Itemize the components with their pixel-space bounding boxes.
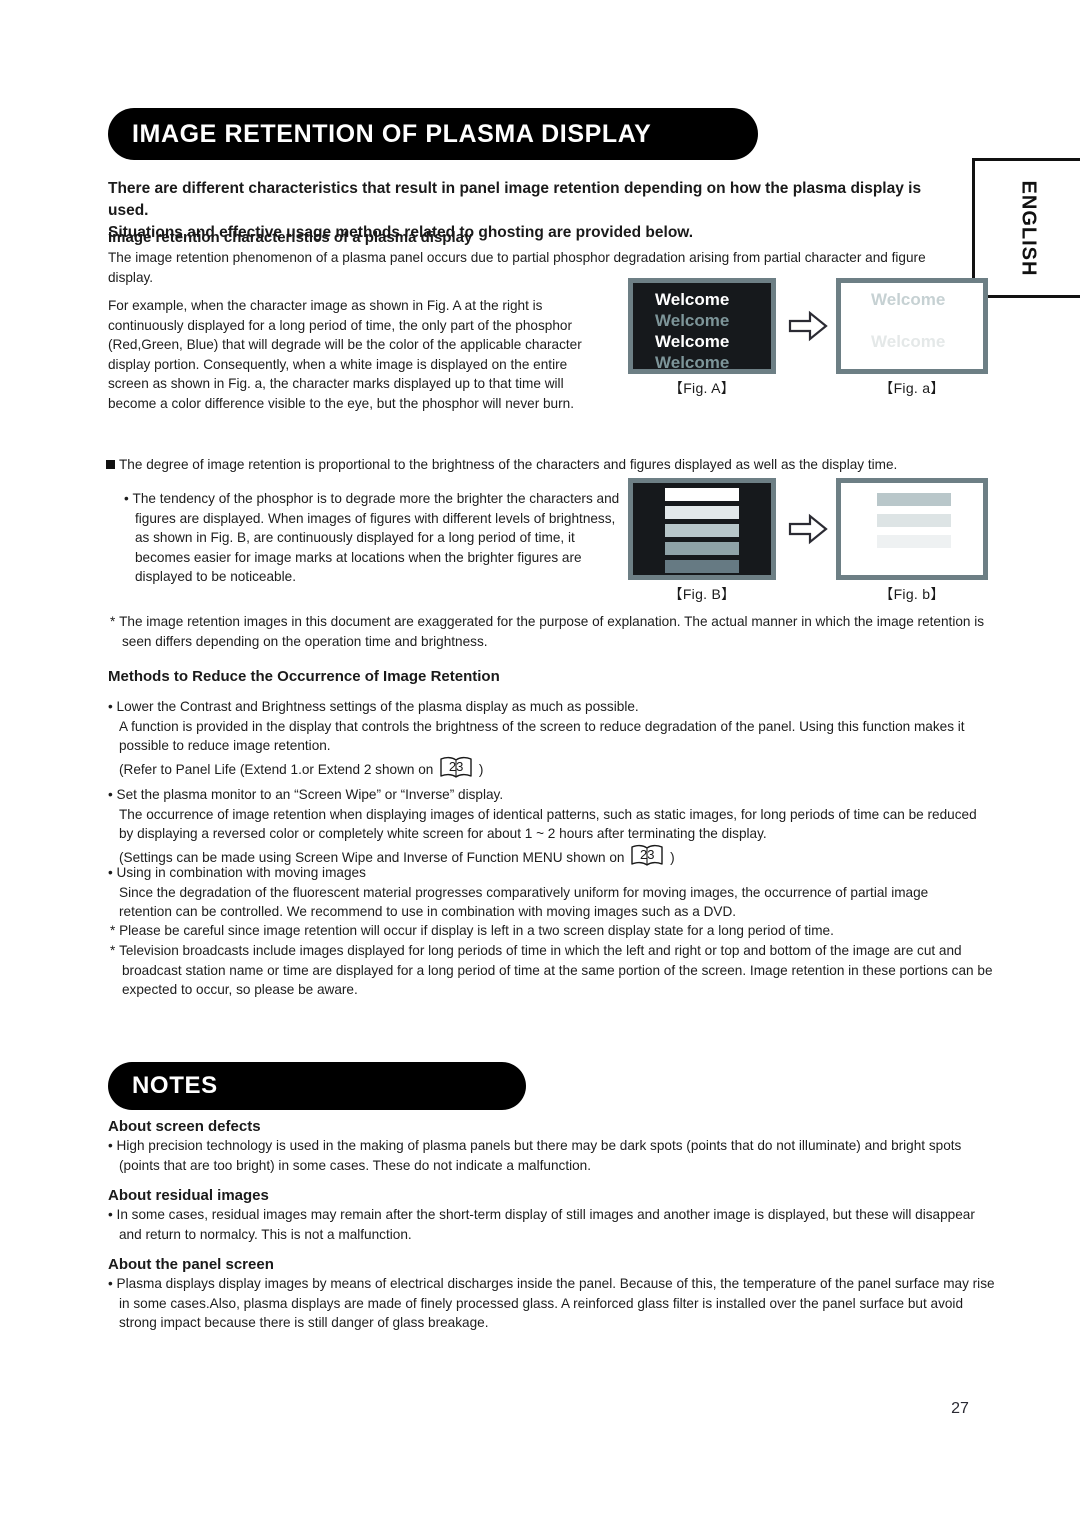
text-about-screen-defects: • High precision technology is used in t… xyxy=(108,1138,962,1173)
language-tab-english: ENGLISH xyxy=(972,158,1080,298)
notes-title: NOTES xyxy=(132,1072,218,1099)
methods-asterisk-2: * Television broadcasts include images d… xyxy=(110,943,993,997)
heading-about-screen-defects: About screen defects xyxy=(108,1118,261,1135)
figure-a-line-2: Welcome xyxy=(655,311,730,330)
figure-a-screen: Welcome Welcome Welcome Welcome xyxy=(628,278,776,374)
figure-b-small-bar-3 xyxy=(877,535,951,548)
methods-bullet-3: • Using in combination with moving image… xyxy=(108,863,984,922)
square-bullet-icon xyxy=(106,460,115,469)
figure-a-line-3: Welcome xyxy=(655,332,730,351)
figure-b-screen xyxy=(628,478,776,580)
arrow-right-icon-a xyxy=(780,306,836,346)
text-about-residual-images: • In some cases, residual images may rem… xyxy=(108,1207,975,1242)
language-tab-label: ENGLISH xyxy=(1017,180,1039,276)
methods-bullet-2-line-1: • Set the plasma monitor to an “Screen W… xyxy=(108,787,504,802)
figure-a-small-caption: 【Fig. a】 xyxy=(879,380,945,396)
figure-a-caption: 【Fig. A】 xyxy=(668,380,736,396)
page-number: 27 xyxy=(951,1400,969,1417)
page-title: IMAGE RETENTION OF PLASMA DISPLAY xyxy=(132,119,652,148)
figure-b-bar-2 xyxy=(665,506,739,519)
figure-b-bar-1 xyxy=(665,488,739,501)
heading-about-the-panel-screen: About the panel screen xyxy=(108,1256,274,1273)
methods-bullet-3-line-1-text: Using in combination with moving images xyxy=(116,865,366,880)
methods-bullet-1-line-2: A function is provided in the display th… xyxy=(119,718,965,754)
text-about-screen-defects-body: High precision technology is used in the… xyxy=(116,1138,962,1173)
text-about-the-panel-screen: • Plasma displays display images by mean… xyxy=(108,1276,995,1330)
figure-a-small: Welcome Welcome 【Fig. a】 xyxy=(836,278,988,398)
figure-b-small-screen xyxy=(836,478,988,580)
heading-image-retention-characteristics: Image retention characteristics of a pla… xyxy=(108,229,473,246)
methods-bullet-2: • Set the plasma monitor to an “Screen W… xyxy=(108,785,984,868)
text-about-the-panel-screen-body: Plasma displays display images by means … xyxy=(116,1276,995,1330)
figure-b-caption: 【Fig. B】 xyxy=(668,586,736,602)
figure-b-small: 【Fig. b】 xyxy=(836,478,988,604)
methods-bullet-3-line-2: Since the degradation of the fluorescent… xyxy=(119,884,929,920)
heading-methods-to-reduce: Methods to Reduce the Occurrence of Imag… xyxy=(108,668,500,685)
page-reference-number-2: 23 xyxy=(640,846,655,862)
figure-a-small-line-1: Welcome xyxy=(871,290,946,309)
figure-a-small-screen: Welcome Welcome xyxy=(836,278,988,374)
methods-bullet-1-ref-prefix: (Refer to Panel Life (Extend 1.or Extend… xyxy=(119,761,434,777)
figure-a-small-spacer xyxy=(841,310,983,331)
methods-bullet-1-line-1: • Lower the Contrast and Brightness sett… xyxy=(108,699,639,714)
page-reference-number-1: 23 xyxy=(448,758,464,774)
page-reference-book-icon-1[interactable]: 23 xyxy=(439,756,473,780)
figure-a-line-4: Welcome xyxy=(655,353,730,372)
square-bullet-note-text: The degree of image retention is proport… xyxy=(119,457,898,472)
methods-bullet-2-line-1-text: Set the plasma monitor to an “Screen Wip… xyxy=(116,787,504,802)
methods-bullet-2-line-2: The occurrence of image retention when d… xyxy=(119,806,977,842)
methods-bullet-3-line-1: • Using in combination with moving image… xyxy=(108,865,366,880)
methods-bullet-1-line-1-text: Lower the Contrast and Brightness settin… xyxy=(116,699,639,714)
asterisk-note-exaggerated: * The image retention images in this doc… xyxy=(110,614,985,649)
arrow-right-icon-b xyxy=(780,509,836,549)
paragraph-example: For example, when the character image as… xyxy=(108,298,582,411)
figure-b-small-bar-2 xyxy=(877,514,951,527)
document-page: IMAGE RETENTION OF PLASMA DISPLAY ENGLIS… xyxy=(0,0,1080,1528)
methods-bullet-1-reference: (Refer to Panel Life (Extend 1.or Extend… xyxy=(108,756,984,780)
methods-asterisk-2-text: Television broadcasts include images dis… xyxy=(119,943,993,997)
methods-asterisk-1-text: Please be careful since image retention … xyxy=(119,923,834,938)
figure-group-b: 【Fig. B】 【Fig. b】 xyxy=(628,478,988,610)
text-about-residual-images-body: In some cases, residual images may remai… xyxy=(116,1207,975,1242)
figure-b-small-caption: 【Fig. b】 xyxy=(879,586,945,602)
figure-a: Welcome Welcome Welcome Welcome 【Fig. A】 xyxy=(628,278,776,398)
asterisk-note-exaggerated-text: The image retention images in this docum… xyxy=(119,614,985,649)
figure-b-bar-5 xyxy=(665,560,739,573)
methods-bullet-1-ref-suffix: ) xyxy=(478,761,484,777)
square-bullet-note: The degree of image retention is proport… xyxy=(106,455,976,475)
bullet-tendency-text: The tendency of the phosphor is to degra… xyxy=(132,491,620,584)
lead-line-1: There are different characteristics that… xyxy=(108,180,922,219)
page-title-banner: IMAGE RETENTION OF PLASMA DISPLAY xyxy=(108,108,758,160)
figure-b-small-bar-1 xyxy=(877,493,951,506)
figure-b-bar-3 xyxy=(665,524,739,537)
figure-group-a: Welcome Welcome Welcome Welcome 【Fig. A】… xyxy=(628,278,988,410)
methods-asterisk-1: * Please be careful since image retentio… xyxy=(110,923,834,938)
notes-title-banner: NOTES xyxy=(108,1062,526,1110)
figure-b: 【Fig. B】 xyxy=(628,478,776,604)
methods-bullet-1: • Lower the Contrast and Brightness sett… xyxy=(108,697,984,780)
figure-b-bar-4 xyxy=(665,542,739,555)
heading-about-residual-images: About residual images xyxy=(108,1187,269,1204)
bullet-tendency: • The tendency of the phosphor is to deg… xyxy=(124,491,620,584)
figure-a-line-1: Welcome xyxy=(655,290,730,309)
figure-a-small-line-2: Welcome xyxy=(871,332,946,351)
